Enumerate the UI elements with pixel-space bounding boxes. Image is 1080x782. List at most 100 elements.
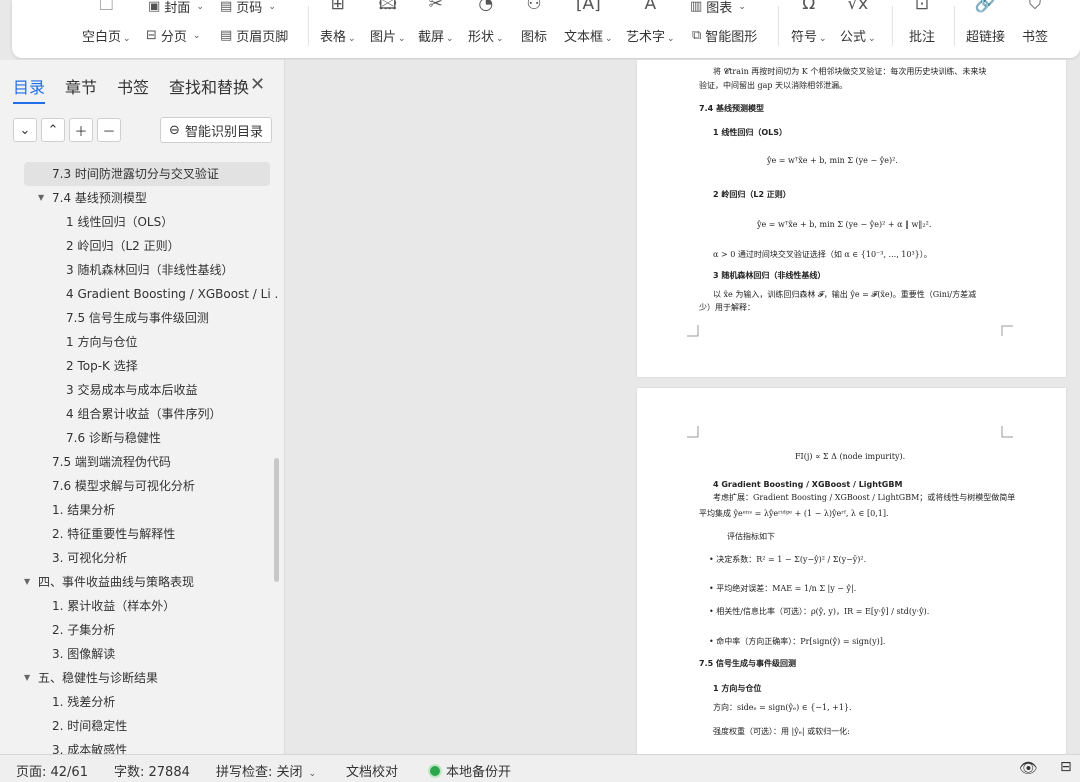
chart-button[interactable]: ▥ 图表 ⌄ xyxy=(690,0,746,16)
toc-item[interactable]: 2. 特征重要性与解释性 xyxy=(0,522,278,546)
chevron-down-icon: ⌄ xyxy=(308,769,317,779)
toc-item[interactable]: 7.5 信号生成与事件级回测 xyxy=(0,306,278,330)
proofread-button[interactable]: 文档校对 xyxy=(346,761,398,780)
document-text-line[interactable]: 7.4 基线预测模型 xyxy=(699,103,764,114)
document-text-line[interactable]: 评估指标如下 xyxy=(727,531,775,542)
picture-button[interactable]: 🖾 图片 ⌄ xyxy=(370,0,406,58)
smart-shape-button[interactable]: ⧉ 智能图形 xyxy=(692,26,757,45)
document-text-line[interactable]: • 决定系数：R² = 1 − Σ(y−ŷ)² / Σ(y−ȳ)². xyxy=(709,554,866,565)
smart-toc-button[interactable]: ⊖ 智能识别目录 xyxy=(160,117,272,143)
toc-item[interactable]: 1. 残差分析 xyxy=(0,690,278,714)
document-canvas[interactable]: 将 𝓒train 再按时间切为 K 个相邻块做交叉验证：每次用历史块训练、未来块… xyxy=(285,60,1080,754)
tab-toc[interactable]: 目录 xyxy=(13,74,46,104)
expand-triangle-icon[interactable]: ▼ xyxy=(38,186,44,210)
crop-mark xyxy=(687,426,699,438)
toc-item[interactable]: 7.3 时间防泄露切分与交叉验证 xyxy=(24,162,270,186)
read-mode-icon[interactable]: ⊟ xyxy=(1060,759,1072,775)
add-heading-button[interactable]: ＋ xyxy=(69,118,93,142)
local-backup-status[interactable]: 本地备份开 xyxy=(428,761,511,780)
toc-item[interactable]: 7.6 诊断与稳健性 xyxy=(0,426,278,450)
toc-item[interactable]: 2. 时间稳定性 xyxy=(0,714,278,738)
toc-item[interactable]: 4 组合累计收益（事件序列） xyxy=(0,402,278,426)
document-text-line[interactable]: 将 𝓒train 再按时间切为 K 个相邻块做交叉验证：每次用历史块训练、未来块 xyxy=(713,66,986,77)
document-text-line[interactable]: FI(j) ∝ Σ Δ (node impurity). xyxy=(795,452,905,461)
tab-bookmarks[interactable]: 书签 xyxy=(117,74,149,104)
toc-item-label: 4 组合累计收益（事件序列） xyxy=(66,407,222,421)
document-text-line[interactable]: 方向：sideₑ = sign(ŷₑ) ∈ {−1, +1}. xyxy=(713,702,852,713)
document-text-line[interactable]: 4 Gradient Boosting / XGBoost / LightGBM xyxy=(713,480,902,489)
crop-mark xyxy=(1001,426,1013,438)
expand-triangle-icon[interactable]: ▼ xyxy=(24,570,30,594)
document-text-line[interactable]: α > 0 通过时间块交叉验证选择（如 α ∈ {10⁻³, ..., 10³}… xyxy=(713,249,932,260)
expand-button[interactable]: ⌃ xyxy=(41,118,65,142)
hyperlink-button[interactable]: 🔗 超链接 xyxy=(966,0,1005,58)
document-text-line[interactable]: 验证，中间留出 gap 天以消除相邻泄漏。 xyxy=(699,80,847,91)
comment-button[interactable]: ⊡ 批注 xyxy=(909,0,935,58)
document-text-line[interactable]: ŷe = wᵀx̃e + b, min Σ (ye − ŷe)² + α ‖ w… xyxy=(757,220,931,229)
remove-heading-button[interactable]: － xyxy=(97,118,121,142)
document-text-line[interactable]: 1 方向与仓位 xyxy=(713,683,761,694)
toc-item[interactable]: ▼ 五、稳健性与诊断结果 xyxy=(0,666,278,690)
word-count[interactable]: 字数: 27884 xyxy=(114,761,190,780)
toc-item[interactable]: 1. 结果分析 xyxy=(0,498,278,522)
page-number-button[interactable]: ▤ 页码 ⌄ xyxy=(220,0,276,16)
wordart-button[interactable]: Å 艺术字 ⌄ xyxy=(626,0,675,58)
toc-item[interactable]: 1 线性回归（OLS） xyxy=(0,210,278,234)
document-text-line[interactable]: 强度权重（可选）：用 |ŷₑ| 或软归一化: xyxy=(713,726,850,737)
document-text-line[interactable]: • 平均绝对误差：MAE = 1/n Σ |y − ŷ|. xyxy=(709,583,856,594)
toc-item[interactable]: 3 随机森林回归（非线性基线） xyxy=(0,258,278,282)
close-icon[interactable]: ✕ xyxy=(250,74,265,95)
header-footer-button[interactable]: ▤ 页眉页脚 xyxy=(220,26,288,45)
document-text-line[interactable]: 3 随机森林回归（非线性基线） xyxy=(713,270,825,281)
collapse-button[interactable]: ⌄ xyxy=(13,118,37,142)
document-text-line[interactable]: 1 线性回归（OLS） xyxy=(713,127,787,138)
toc-item[interactable]: 2 Top-K 选择 xyxy=(0,354,278,378)
document-text-line[interactable]: 以 x̃e 为输入，训练回归森林 𝓕，输出 ŷe = 𝓕(x̃e)。重要性（Gi… xyxy=(713,289,976,300)
shape-button[interactable]: ◔ 形状 ⌄ xyxy=(468,0,504,58)
toc-item[interactable]: 4 Gradient Boosting / XGBoost / Li ... xyxy=(0,282,278,306)
expand-triangle-icon[interactable]: ▼ xyxy=(24,666,30,690)
tab-find-replace[interactable]: 查找和替换 xyxy=(169,74,249,104)
document-text-line[interactable]: 少）用于解释： xyxy=(699,302,755,313)
toc-item[interactable]: 3. 图像解读 xyxy=(0,642,278,666)
bookmark-button[interactable]: ⛉ 书签 xyxy=(1022,0,1048,58)
toc-item[interactable]: 1. 累计收益（样本外） xyxy=(0,594,278,618)
chevron-up-icon: ⌃ xyxy=(47,122,59,138)
nav-tabs: 目录 章节 书签 查找和替换 xyxy=(13,74,269,104)
screenshot-button[interactable]: ✂ 截屏 ⌄ xyxy=(418,0,454,58)
document-text-line[interactable]: • 命中率（方向正确率）：Pr[sign(ŷ) = sign(y)]. xyxy=(709,636,885,647)
tab-chapters[interactable]: 章节 xyxy=(65,74,97,104)
toc-item-label: 4 Gradient Boosting / XGBoost / Li ... xyxy=(66,287,278,301)
toc-scrollbar[interactable] xyxy=(274,458,279,582)
document-page[interactable]: FI(j) ∝ Σ Δ (node impurity). 4 Gradient B… xyxy=(637,388,1066,754)
toc-item[interactable]: 1 方向与仓位 xyxy=(0,330,278,354)
textbox-button[interactable]: [A] 文本框 ⌄ xyxy=(564,0,613,58)
toc-item[interactable]: 7.5 端到端流程伪代码 xyxy=(0,450,278,474)
document-text-line[interactable]: 考虑扩展：Gradient Boosting / XGBoost / Light… xyxy=(713,492,1015,503)
document-page[interactable]: 将 𝓒train 再按时间切为 K 个相邻块做交叉验证：每次用历史块训练、未来块… xyxy=(637,60,1066,377)
spell-check-toggle[interactable]: 拼写检查: 关闭 ⌄ xyxy=(216,761,316,780)
toc-item[interactable]: ▼ 四、事件收益曲线与策略表现 xyxy=(0,570,278,594)
formula-button[interactable]: √x 公式 ⌄ xyxy=(840,0,876,58)
document-text-line[interactable]: 7.5 信号生成与事件级回测 xyxy=(699,658,796,669)
document-text-line[interactable]: 平均集成 ŷeᵉⁿˢ = λŷeʳⁱᵈᵍᵉ + (1 − λ)ŷeʳᶠ, λ ∈… xyxy=(699,508,889,519)
section-break-button[interactable]: ⊟ 分页 ⌄ xyxy=(146,26,200,45)
toc-item[interactable]: ▼ 7.4 基线预测模型 xyxy=(0,186,278,210)
cover-button[interactable]: ▣ 封面 ⌄ xyxy=(148,0,204,16)
page-count[interactable]: 页面: 42/61 xyxy=(16,761,88,780)
document-text-line[interactable]: ŷe = wᵀx̃e + b, min Σ (ye − ŷe)². xyxy=(767,156,898,165)
toc-item[interactable]: 2. 子集分析 xyxy=(0,618,278,642)
table-button[interactable]: ⊞ 表格 ⌄ xyxy=(320,0,356,58)
eye-icon[interactable]: 👁 xyxy=(1019,759,1038,777)
icon-button[interactable]: ⚇ 图标 xyxy=(521,0,547,58)
symbol-button[interactable]: Ω 符号 ⌄ xyxy=(791,0,827,58)
omega-icon: Ω xyxy=(802,0,816,14)
shape-icon: ◔ xyxy=(478,0,494,14)
toc-item[interactable]: 3. 可视化分析 xyxy=(0,546,278,570)
toc-item[interactable]: 3 交易成本与成本后收益 xyxy=(0,378,278,402)
blank-page-button[interactable]: 🗋 空白页 ⌄ xyxy=(82,0,131,58)
document-text-line[interactable]: 2 岭回归（L2 正则） xyxy=(713,189,791,200)
toc-item[interactable]: 7.6 模型求解与可视化分析 xyxy=(0,474,278,498)
document-text-line[interactable]: • 相关性/信息比率（可选）：ρ(ŷ, y)，IR = E[y·ŷ] / std… xyxy=(709,606,929,617)
toc-item[interactable]: 2 岭回归（L2 正则） xyxy=(0,234,278,258)
